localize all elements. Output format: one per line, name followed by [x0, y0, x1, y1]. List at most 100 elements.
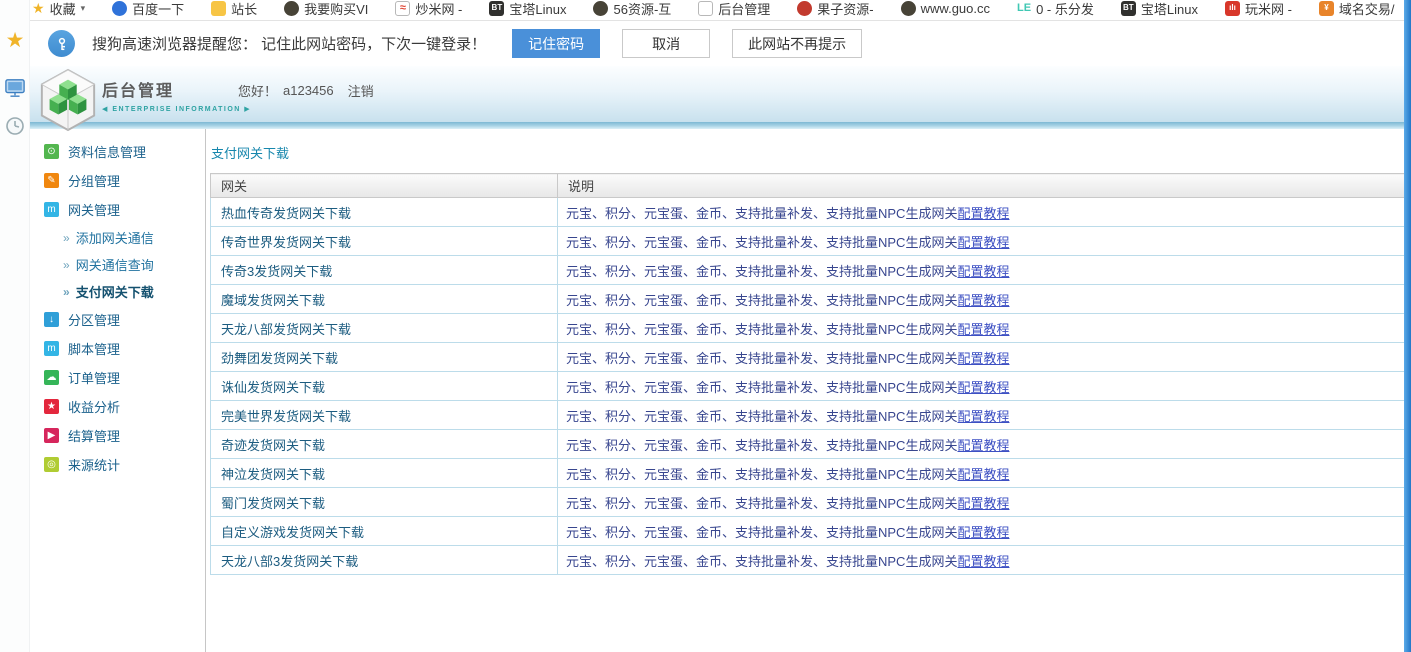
sidebar-item-dingdan-guanli[interactable]: ☁ 订单管理 [30, 363, 205, 392]
bookmark-guocc[interactable]: www.guo.cc [901, 1, 990, 16]
sidebar-item-wangguan-tongxin-chaxun[interactable]: » 网关通信查询 [30, 251, 205, 278]
description-text: 元宝、积分、元宝蛋、金币、支持批量补发、支持批量NPC生成网关 [566, 525, 957, 540]
description-text: 元宝、积分、元宝蛋、金币、支持批量补发、支持批量NPC生成网关 [566, 206, 957, 221]
gateway-download-link[interactable]: 传奇3发货网关下载 [211, 256, 558, 285]
gateway-m-icon: m [44, 202, 59, 217]
config-tutorial-link[interactable]: 配置教程 [957, 206, 1009, 221]
sidebar-item-wangguan-guanli[interactable]: m 网关管理 [30, 195, 205, 224]
password-save-notification-bar: 搜狗高速浏览器提醒您： 记住此网站密码，下次一键登录！ 记住密码 取消 此网站不… [30, 20, 1404, 66]
config-tutorial-link[interactable]: 配置教程 [957, 525, 1009, 540]
config-tutorial-link[interactable]: 配置教程 [957, 235, 1009, 250]
description-text: 元宝、积分、元宝蛋、金币、支持批量补发、支持批量NPC生成网关 [566, 351, 957, 366]
never-prompt-button[interactable]: 此网站不再提示 [732, 29, 862, 58]
sidebar-item-laiyuan-tongji[interactable]: ◎ 来源统计 [30, 450, 205, 479]
bookmark-wanmi[interactable]: ılı 玩米网 - [1225, 0, 1292, 18]
bookmark-label: 0 - 乐分发 [1036, 0, 1094, 18]
header-divider-bar [30, 122, 1404, 129]
sidebar-item-shouyi-fenxi[interactable]: ★ 收益分析 [30, 392, 205, 421]
bookmark-lefenfa[interactable]: LE 0 - 乐分发 [1017, 0, 1094, 18]
config-tutorial-link[interactable]: 配置教程 [957, 293, 1009, 308]
gateway-download-link[interactable]: 天龙八部3发货网关下载 [211, 546, 558, 575]
bookmark-ziyuan56[interactable]: 56资源-互 [593, 0, 671, 18]
gateway-download-link[interactable]: 蜀门发货网关下载 [211, 488, 558, 517]
bookmark-baota-1[interactable]: BT 宝塔Linux [489, 0, 566, 18]
config-tutorial-link[interactable]: 配置教程 [957, 554, 1009, 569]
sidebar-item-fenzu-guanli[interactable]: ✎ 分组管理 [30, 166, 205, 195]
config-tutorial-link[interactable]: 配置教程 [957, 496, 1009, 511]
sidebar-item-fenqu-guanli[interactable]: ↓ 分区管理 [30, 305, 205, 334]
bookmark-label: 我要购买VI [304, 0, 368, 18]
config-tutorial-link[interactable]: 配置教程 [957, 264, 1009, 279]
logout-link[interactable]: 注销 [348, 81, 374, 100]
table-row: 热血传奇发货网关下载 元宝、积分、元宝蛋、金币、支持批量补发、支持批量NPC生成… [211, 198, 1405, 227]
description-text: 元宝、积分、元宝蛋、金币、支持批量补发、支持批量NPC生成网关 [566, 264, 957, 279]
page: { "browser": { "bookmarks_bar": { "items… [0, 0, 1411, 652]
gateway-description: 元宝、积分、元宝蛋、金币、支持批量补发、支持批量NPC生成网关配置教程 [558, 488, 1405, 517]
gateway-download-link[interactable]: 奇迹发货网关下载 [211, 430, 558, 459]
gateway-download-link[interactable]: 传奇世界发货网关下载 [211, 227, 558, 256]
browser-side-strip: ★ [0, 0, 30, 652]
description-text: 元宝、积分、元宝蛋、金币、支持批量补发、支持批量NPC生成网关 [566, 380, 957, 395]
table-row: 传奇3发货网关下载 元宝、积分、元宝蛋、金币、支持批量补发、支持批量NPC生成网… [211, 256, 1405, 285]
coin-favicon [593, 1, 608, 16]
key-icon [48, 30, 75, 57]
table-row: 天龙八部3发货网关下载 元宝、积分、元宝蛋、金币、支持批量补发、支持批量NPC生… [211, 546, 1405, 575]
bookmark-chaomi[interactable]: ≈ 炒米网 - [395, 0, 462, 18]
history-clock-icon[interactable] [3, 114, 27, 138]
gateway-download-link[interactable]: 自定义游戏发货网关下载 [211, 517, 558, 546]
gateway-download-link[interactable]: 劲舞团发货网关下载 [211, 343, 558, 372]
bookmark-favorites[interactable]: ★ 收藏 ▾ [32, 0, 85, 18]
gateway-download-link[interactable]: 神泣发货网关下载 [211, 459, 558, 488]
bookmark-guozi[interactable]: 果子资源- [797, 0, 873, 18]
gateway-download-link[interactable]: 魔域发货网关下载 [211, 285, 558, 314]
table-row: 传奇世界发货网关下载 元宝、积分、元宝蛋、金币、支持批量补发、支持批量NPC生成… [211, 227, 1405, 256]
browser-scrollbar[interactable] [1404, 0, 1411, 652]
cancel-button[interactable]: 取消 [622, 29, 710, 58]
column-header-gateway: 网关 [211, 174, 558, 198]
config-tutorial-link[interactable]: 配置教程 [957, 467, 1009, 482]
header-titles: 后台管理 ◀ ENTERPRISE INFORMATION ▶ [102, 77, 251, 113]
favorites-star-icon[interactable]: ★ [3, 28, 27, 52]
bookmark-woyaogoumai[interactable]: 我要购买VI [284, 0, 368, 18]
bookmark-yuming[interactable]: ¥ 域名交易/ [1319, 0, 1395, 18]
play-circle-icon: ▶ [44, 428, 59, 443]
page-favicon [698, 1, 713, 16]
table-header-row: 网关 说明 [211, 174, 1405, 198]
gateway-download-link[interactable]: 热血传奇发货网关下载 [211, 198, 558, 227]
bookmark-houtai[interactable]: 后台管理 [698, 0, 770, 18]
remember-password-button[interactable]: 记住密码 [512, 29, 600, 58]
reading-monitor-icon[interactable] [3, 76, 27, 100]
config-tutorial-link[interactable]: 配置教程 [957, 322, 1009, 337]
sidebar-item-jiesuan-guanli[interactable]: ▶ 结算管理 [30, 421, 205, 450]
gateway-download-link[interactable]: 完美世界发货网关下载 [211, 401, 558, 430]
config-tutorial-link[interactable]: 配置教程 [957, 380, 1009, 395]
sidebar-item-label: 分组管理 [68, 171, 120, 190]
bookmark-label: 站长 [231, 0, 257, 18]
table-row: 神泣发货网关下载 元宝、积分、元宝蛋、金币、支持批量补发、支持批量NPC生成网关… [211, 459, 1405, 488]
description-text: 元宝、积分、元宝蛋、金币、支持批量补发、支持批量NPC生成网关 [566, 496, 957, 511]
gateway-download-link[interactable]: 诛仙发货网关下载 [211, 372, 558, 401]
bookmark-baidu[interactable]: 百度一下 [112, 0, 184, 18]
bookmark-zhanzhang[interactable]: 站长 [211, 0, 257, 18]
config-tutorial-link[interactable]: 配置教程 [957, 409, 1009, 424]
sidebar-item-label: 分区管理 [68, 310, 120, 329]
cloud-icon: ☁ [44, 370, 59, 385]
gateway-description: 元宝、积分、元宝蛋、金币、支持批量补发、支持批量NPC生成网关配置教程 [558, 546, 1405, 575]
table-row: 完美世界发货网关下载 元宝、积分、元宝蛋、金币、支持批量补发、支持批量NPC生成… [211, 401, 1405, 430]
bookmark-baota-2[interactable]: BT 宝塔Linux [1121, 0, 1198, 18]
config-tutorial-link[interactable]: 配置教程 [957, 438, 1009, 453]
sidebar-item-ziliao-xinxi-guanli[interactable]: ⊙ 资料信息管理 [30, 137, 205, 166]
bookmark-label: 收藏 [50, 0, 76, 18]
power-icon: ⊙ [44, 144, 59, 159]
sidebar-item-label: 添加网关通信 [76, 228, 154, 247]
bookmark-label: 56资源-互 [613, 0, 671, 18]
gateway-download-link[interactable]: 天龙八部发货网关下载 [211, 314, 558, 343]
sidebar-item-tianjia-wangguan-tongxin[interactable]: » 添加网关通信 [30, 224, 205, 251]
chart-favicon: ≈ [395, 1, 410, 16]
sidebar-item-label: 脚本管理 [68, 339, 120, 358]
config-tutorial-link[interactable]: 配置教程 [957, 351, 1009, 366]
sidebar-item-jiaoben-guanli[interactable]: m 脚本管理 [30, 334, 205, 363]
folder-favicon [211, 1, 226, 16]
script-m-icon: m [44, 341, 59, 356]
sidebar-item-zhifu-wangguan-xiazai[interactable]: » 支付网关下载 [30, 278, 205, 305]
